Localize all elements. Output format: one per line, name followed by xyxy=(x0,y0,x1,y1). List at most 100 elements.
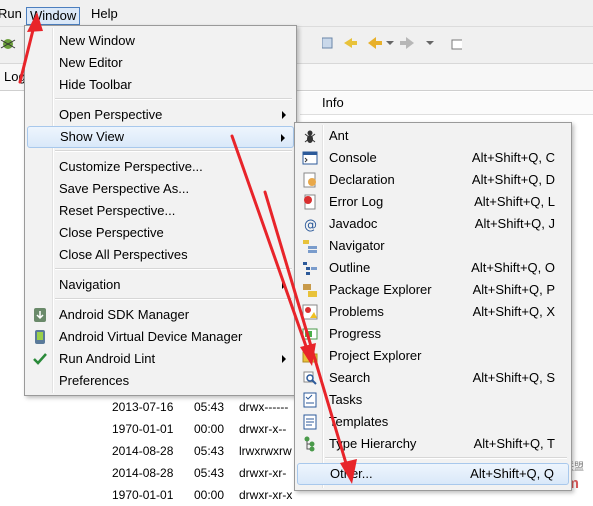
window-menu-item[interactable]: Close All Perspectives xyxy=(27,244,294,266)
android-sdk-manager-icon xyxy=(32,307,48,323)
window-menu-item-label: New Window xyxy=(59,33,135,48)
menu-run[interactable]: Run xyxy=(0,6,22,22)
window-menu-item[interactable]: Reset Perspective... xyxy=(27,200,294,222)
show-view-item[interactable]: Search Alt+Shift+Q, S xyxy=(297,367,569,389)
show-view-submenu: Ant Console Alt+Shift+Q, C Declaration Alt+S… xyxy=(294,122,572,491)
show-view-item[interactable]: Problems Alt+Shift+Q, X xyxy=(297,301,569,323)
window-menu-item[interactable]: Navigation xyxy=(27,274,294,296)
window-menu-item-label: Close Perspective xyxy=(59,225,164,240)
window-menu-item-label: Android SDK Manager xyxy=(59,307,190,322)
table-cell-perm: drwxr-xr- xyxy=(239,466,287,480)
window-menu-item-label: Customize Perspective... xyxy=(59,159,203,174)
column-header-info[interactable]: Info xyxy=(322,95,344,110)
shortcut-label: Alt+Shift+Q, X xyxy=(472,304,555,319)
submenu-arrow-icon xyxy=(282,111,286,119)
window-menu: New Window New Editor Hide Toolbar Open Per… xyxy=(24,25,297,396)
search-icon xyxy=(302,370,318,386)
table-cell-time: 05:43 xyxy=(194,400,225,414)
window-menu-item[interactable]: Save Perspective As... xyxy=(27,178,294,200)
menu-separator xyxy=(55,150,292,152)
navigator-icon xyxy=(302,238,318,254)
window-menu-item-label: Save Perspective As... xyxy=(59,181,190,196)
show-view-item-label: Templates xyxy=(329,414,389,429)
window-menu-item-label: Open Perspective xyxy=(59,107,163,122)
declaration-icon xyxy=(302,172,318,188)
show-view-item-label: Tasks xyxy=(329,392,363,407)
menu-bar: Run Window Help xyxy=(0,0,593,27)
window-menu-item-label: Run Android Lint xyxy=(59,351,156,366)
window-menu-item[interactable]: Open Perspective xyxy=(27,104,294,126)
shortcut-label: Alt+Shift+Q, D xyxy=(471,172,555,187)
debug-bug-icon[interactable] xyxy=(0,35,16,51)
progress-icon xyxy=(302,326,318,342)
ant-icon xyxy=(302,128,318,144)
show-view-item[interactable]: Outline Alt+Shift+Q, O xyxy=(297,257,569,279)
submenu-arrow-icon xyxy=(282,281,286,289)
show-view-item[interactable]: @ Javadoc Alt+Shift+Q, J xyxy=(297,213,569,235)
table-cell-perm: drwx------ xyxy=(239,400,289,414)
show-view-item[interactable]: Type Hierarchy Alt+Shift+Q, T xyxy=(297,433,569,455)
menu-separator xyxy=(55,268,292,270)
shortcut-label: Alt+Shift+Q, T xyxy=(473,436,555,451)
show-view-item-label: Declaration xyxy=(329,172,395,187)
svg-text:@: @ xyxy=(304,218,317,232)
window-menu-item[interactable]: Android SDK Manager xyxy=(27,304,294,326)
window-menu-item[interactable]: Show View xyxy=(27,126,294,148)
menu-separator xyxy=(55,98,292,100)
show-view-item-label: Outline xyxy=(329,260,371,275)
window-menu-item[interactable]: New Editor xyxy=(27,52,294,74)
window-menu-item[interactable]: Close Perspective xyxy=(27,222,294,244)
submenu-arrow-icon xyxy=(281,134,285,142)
show-view-item-label: Javadoc xyxy=(329,216,378,231)
toolbar-nav-icons[interactable] xyxy=(322,35,462,53)
table-cell-perm: drwxr-xr-x xyxy=(239,488,293,502)
window-menu-item[interactable]: New Window xyxy=(27,30,294,52)
window-menu-item-label: Hide Toolbar xyxy=(59,77,132,92)
shortcut-label: Alt+Shift+Q, Q xyxy=(470,466,554,481)
show-view-item[interactable]: Declaration Alt+Shift+Q, D xyxy=(297,169,569,191)
window-menu-item-label: Reset Perspective... xyxy=(59,203,176,218)
show-view-item[interactable]: Templates xyxy=(297,411,569,433)
table-cell-time: 05:43 xyxy=(194,444,225,458)
tasks-icon xyxy=(302,392,318,408)
console-icon xyxy=(302,150,318,166)
log-tab[interactable]: Log xyxy=(4,69,26,84)
shortcut-label: Alt+Shift+Q, J xyxy=(474,216,555,231)
shortcut-label: Alt+Shift+Q, C xyxy=(471,150,555,165)
window-menu-item[interactable]: Run Android Lint xyxy=(27,348,294,370)
show-view-item[interactable]: Error Log Alt+Shift+Q, L xyxy=(297,191,569,213)
project-explorer-icon xyxy=(302,348,318,364)
show-view-item[interactable]: Navigator xyxy=(297,235,569,257)
show-view-item-label: Console xyxy=(329,150,377,165)
window-menu-item-label: Close All Perspectives xyxy=(59,247,188,262)
window-menu-item[interactable]: Android Virtual Device Manager xyxy=(27,326,294,348)
table-cell-date: 2014-08-28 xyxy=(112,466,174,480)
type-hierarchy-icon xyxy=(302,436,318,452)
submenu-arrow-icon xyxy=(282,355,286,363)
table-cell-date: 1970-01-01 xyxy=(112,422,174,436)
show-view-item-label: Search xyxy=(329,370,371,385)
templates-icon xyxy=(302,414,318,430)
show-view-item[interactable]: Other... Alt+Shift+Q, Q xyxy=(297,463,569,485)
menu-window[interactable]: Window xyxy=(26,7,81,25)
shortcut-label: Alt+Shift+Q, S xyxy=(472,370,555,385)
window-menu-item[interactable]: Customize Perspective... xyxy=(27,156,294,178)
window-menu-item[interactable]: Hide Toolbar xyxy=(27,74,294,96)
window-menu-item[interactable]: Preferences xyxy=(27,370,294,392)
table-cell-date: 1970-01-01 xyxy=(112,488,174,502)
show-view-item-label: Ant xyxy=(329,128,349,143)
show-view-item[interactable]: Progress xyxy=(297,323,569,345)
show-view-item[interactable]: Project Explorer xyxy=(297,345,569,367)
shortcut-label: Alt+Shift+Q, P xyxy=(472,282,555,297)
menu-separator xyxy=(55,298,292,300)
window-menu-item-label: Android Virtual Device Manager xyxy=(59,329,243,344)
show-view-item[interactable]: Ant xyxy=(297,125,569,147)
menu-help[interactable]: Help xyxy=(91,6,118,22)
show-view-item[interactable]: Console Alt+Shift+Q, C xyxy=(297,147,569,169)
show-view-item[interactable]: Package Explorer Alt+Shift+Q, P xyxy=(297,279,569,301)
table-header: ns Info xyxy=(282,92,593,115)
table-cell-date: 2014-08-28 xyxy=(112,444,174,458)
show-view-item-label: Package Explorer xyxy=(329,282,432,297)
show-view-item[interactable]: Tasks xyxy=(297,389,569,411)
package-explorer-icon xyxy=(302,282,318,298)
